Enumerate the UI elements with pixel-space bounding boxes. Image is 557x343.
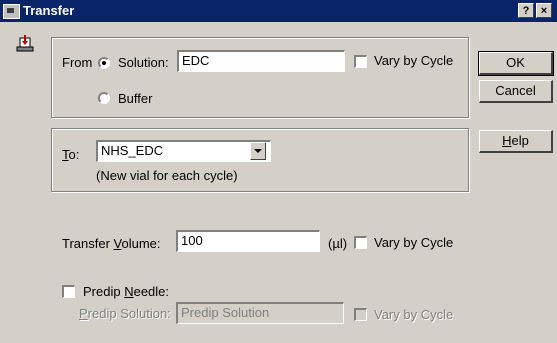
transfer-volume-input[interactable]: 100 xyxy=(176,230,320,252)
to-label: To: xyxy=(62,147,80,162)
from-label: From xyxy=(62,55,93,70)
volume-vary-label: Vary by Cycle xyxy=(374,235,454,250)
window-title: Transfer xyxy=(23,3,75,18)
close-button[interactable]: × xyxy=(536,3,552,18)
buffer-radio[interactable] xyxy=(98,92,110,104)
title-bar: Transfer ? × xyxy=(0,0,557,22)
help-title-button[interactable]: ? xyxy=(518,3,534,18)
transfer-icon xyxy=(16,35,34,52)
radio-selected-dot xyxy=(102,61,106,65)
solution-radio[interactable] xyxy=(98,57,110,69)
to-note: (New vial for each cycle) xyxy=(96,168,238,183)
transfer-volume-label: Transfer Volume: xyxy=(62,236,161,251)
predip-needle-label: Predip Needle: xyxy=(83,284,170,299)
solution-label: Solution: xyxy=(118,55,169,70)
volume-vary-checkbox[interactable] xyxy=(354,236,367,249)
from-vary-checkbox[interactable] xyxy=(354,55,367,68)
predip-solution-input[interactable]: Predip Solution xyxy=(176,302,344,324)
predip-vary-checkbox[interactable] xyxy=(354,308,367,321)
cancel-button[interactable]: Cancel xyxy=(479,80,553,103)
volume-unit: (µl) xyxy=(328,236,348,251)
predip-needle-checkbox[interactable] xyxy=(62,285,75,298)
help-button[interactable]: Help xyxy=(479,130,553,153)
to-dropdown-arrow[interactable] xyxy=(250,142,266,160)
predip-vary-label: Vary by Cycle xyxy=(374,307,454,322)
buffer-label: Buffer xyxy=(118,91,153,106)
app-icon xyxy=(3,4,20,19)
ok-button[interactable]: OK xyxy=(478,51,554,76)
from-vary-label: Vary by Cycle xyxy=(374,53,454,68)
predip-solution-label: Predip Solution: xyxy=(79,306,171,321)
to-combobox[interactable]: NHS_EDC xyxy=(96,140,271,162)
solution-input[interactable]: EDC xyxy=(177,50,345,72)
